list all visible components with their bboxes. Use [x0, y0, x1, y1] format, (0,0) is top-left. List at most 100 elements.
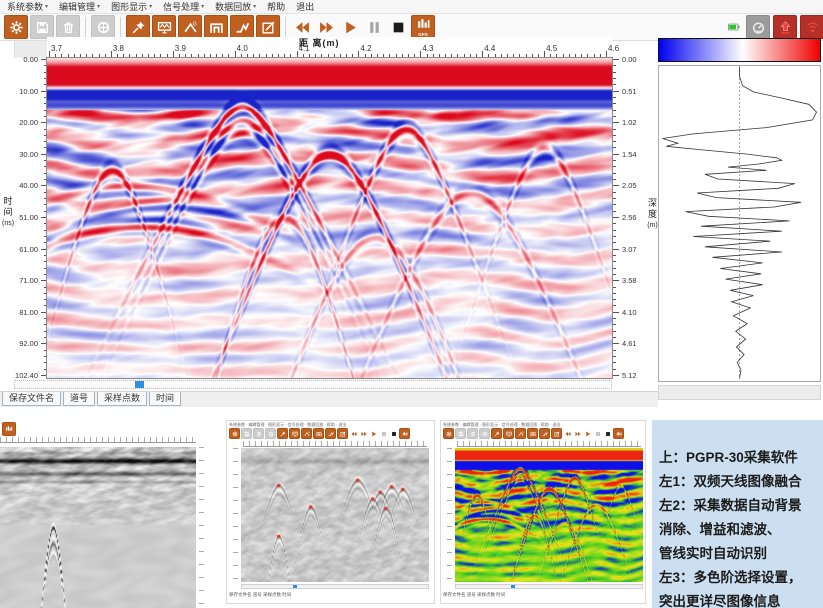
pin-button[interactable]	[491, 428, 502, 439]
circle-button[interactable]	[265, 428, 276, 439]
forward-button[interactable]	[573, 429, 582, 438]
caption-line: 消除、增益和滤波、	[659, 518, 819, 542]
menu-item-2[interactable]: 图形显示▾	[111, 0, 152, 13]
forward-button[interactable]	[359, 429, 368, 438]
tick-mark	[613, 185, 619, 186]
tick-mark	[613, 236, 616, 237]
menu-item-6[interactable]: 退出	[296, 0, 314, 13]
save-button[interactable]	[455, 428, 466, 439]
scrollbar-thumb[interactable]	[135, 381, 144, 388]
menu-item-4[interactable]: 数据回放▾	[215, 0, 256, 13]
right-axis-tick-label: 2.56	[622, 214, 637, 222]
radargram-plot[interactable]	[46, 57, 613, 379]
menu-item-0[interactable]: 系统参数▾	[7, 0, 48, 13]
mini-top-ruler	[0, 437, 196, 443]
gain-button[interactable]: G	[301, 428, 312, 439]
tick-mark	[613, 369, 616, 370]
tick-mark	[613, 255, 616, 256]
gate-button[interactable]	[313, 428, 324, 439]
menu-item-1[interactable]: 编辑管理▾	[59, 0, 100, 13]
right-axis-title-char: 度	[647, 209, 658, 220]
pause-button[interactable]	[363, 16, 385, 38]
menu-item-5[interactable]: 帮助	[267, 0, 285, 13]
palette-icon	[261, 20, 276, 35]
svg-text:G: G	[192, 21, 196, 27]
rewind-button[interactable]	[563, 429, 572, 438]
top-axis-tick-label: 3.8	[113, 44, 124, 53]
tick-mark	[613, 249, 619, 250]
rewind-button[interactable]	[349, 429, 358, 438]
monitor-button[interactable]	[152, 15, 176, 39]
trash-icon	[470, 431, 476, 437]
curve-button[interactable]	[539, 428, 550, 439]
tick-mark	[613, 293, 616, 294]
gate-button[interactable]	[527, 428, 538, 439]
save-button[interactable]	[30, 15, 54, 39]
stop-button[interactable]	[389, 429, 398, 438]
toolbar-separator	[120, 17, 121, 37]
stop-button[interactable]	[603, 429, 612, 438]
circle-button[interactable]	[91, 15, 115, 39]
play-button[interactable]	[583, 429, 592, 438]
menu-item-label: 帮助	[267, 0, 285, 13]
upload-icon	[778, 20, 793, 35]
menu-bar: 系统参数▾ 编辑管理▾ 图形显示▾ 信号处理▾ 数据回放▾ 帮助退出	[0, 0, 823, 14]
gear-button[interactable]	[229, 428, 240, 439]
tab-2[interactable]: 采样点数	[97, 392, 147, 406]
gain-button[interactable]: G	[178, 15, 202, 39]
gain-button[interactable]: G	[515, 428, 526, 439]
gps-button[interactable]	[613, 428, 624, 439]
gps-button[interactable]	[2, 422, 16, 436]
gate-icon	[209, 20, 224, 35]
battery-button[interactable]	[725, 18, 743, 36]
tab-3[interactable]: 时间	[149, 392, 181, 406]
radar-button[interactable]	[800, 15, 823, 39]
tab-1[interactable]: 道号	[63, 392, 95, 406]
menu-item-3[interactable]: 信号处理▾	[163, 0, 204, 13]
gate-button[interactable]	[204, 15, 228, 39]
pin-button[interactable]	[277, 428, 288, 439]
gear-button[interactable]	[4, 15, 28, 39]
palette-button[interactable]	[551, 428, 562, 439]
play-button[interactable]	[339, 16, 361, 38]
top-axis-tick-label: 4.6	[608, 44, 619, 53]
stop-button[interactable]	[387, 16, 409, 38]
gear-button[interactable]	[443, 428, 454, 439]
tab-0[interactable]: 保存文件名	[2, 392, 61, 406]
forward-button[interactable]	[315, 16, 337, 38]
trash-button[interactable]	[56, 15, 80, 39]
monitor-button[interactable]	[289, 428, 300, 439]
tick-mark	[613, 78, 616, 79]
multicolor-canvas	[455, 448, 643, 582]
colorbar[interactable]	[658, 38, 821, 62]
gps-button[interactable]: GPS	[411, 15, 435, 39]
pause-button[interactable]	[593, 429, 602, 438]
svg-text:G: G	[521, 432, 523, 434]
pause-button[interactable]	[379, 429, 388, 438]
pin-icon	[494, 431, 500, 437]
save-button[interactable]	[241, 428, 252, 439]
play-button[interactable]	[369, 429, 378, 438]
mini-top-ruler	[243, 441, 427, 447]
horizontal-scrollbar[interactable]	[14, 380, 612, 389]
caption-line: 左3：多色阶选择设置，	[659, 566, 819, 590]
gps-button[interactable]	[399, 428, 410, 439]
tick-mark	[613, 135, 616, 136]
left-axis-title: 时间(ns)	[2, 196, 14, 229]
pin-button[interactable]	[126, 15, 150, 39]
palette-button[interactable]	[256, 15, 280, 39]
gauge-button[interactable]	[746, 15, 770, 39]
monitor-button[interactable]	[503, 428, 514, 439]
curve-button[interactable]	[230, 15, 254, 39]
upload-button[interactable]	[773, 15, 797, 39]
trash-button[interactable]	[467, 428, 478, 439]
mini-left-axis	[447, 448, 452, 582]
palette-button[interactable]	[337, 428, 348, 439]
trash-button[interactable]	[253, 428, 264, 439]
tick-mark	[613, 59, 619, 60]
waveform-box	[658, 65, 821, 382]
radargram-canvas[interactable]	[47, 58, 612, 378]
rewind-button[interactable]	[291, 16, 313, 38]
curve-button[interactable]	[325, 428, 336, 439]
circle-button[interactable]	[479, 428, 490, 439]
